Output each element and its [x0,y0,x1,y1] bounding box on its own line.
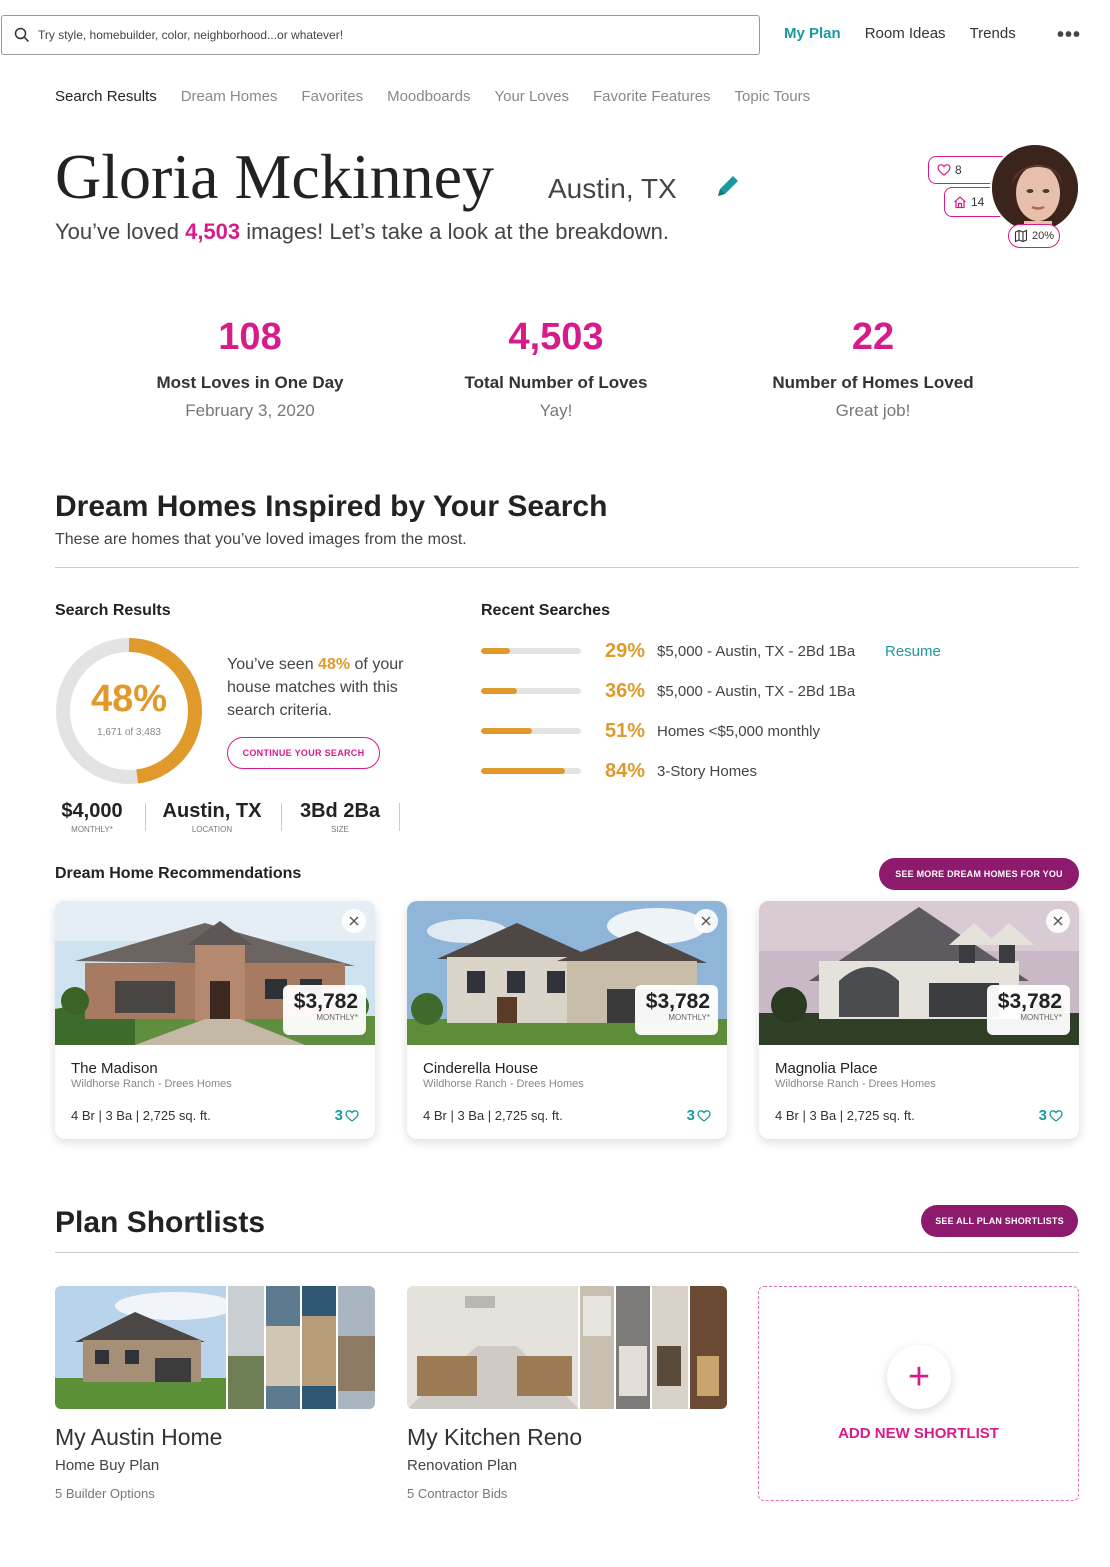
dismiss-button[interactable] [694,909,718,933]
shortlist-thumbnail-stack[interactable] [407,1286,727,1409]
search-input[interactable] [38,28,738,42]
tab-favorites[interactable]: Favorites [301,88,363,105]
tab-favorite-features[interactable]: Favorite Features [593,88,711,105]
home-community: Wildhorse Ranch - Drees Homes [423,1078,584,1090]
loved-summary: You’ve loved 4,503 images! Let’s take a … [55,219,669,244]
home-loves[interactable]: 3 [335,1107,359,1124]
home-name: Cinderella House [423,1060,539,1077]
home-specs: 4 Br | 3 Ba | 2,725 sq. ft. [775,1108,915,1123]
home-specs: 4 Br | 3 Ba | 2,725 sq. ft. [71,1108,211,1123]
stat-most-loves: 108 Most Loves in One Day February 3, 20… [156,316,344,420]
recent-search-progress [481,688,581,694]
tab-dream-homes[interactable]: Dream Homes [181,88,278,105]
recent-search-item[interactable]: 36% $5,000 - Austin, TX - 2Bd 1Ba [481,678,855,704]
pencil-icon[interactable] [714,172,742,200]
avatar-portrait [992,145,1078,231]
shortlist-type: Renovation Plan [407,1457,518,1474]
plus-icon[interactable]: + [887,1345,951,1409]
home-specs: 4 Br | 3 Ba | 2,725 sq. ft. [423,1108,563,1123]
more-menu-icon[interactable]: ••• [1057,24,1081,47]
recent-search-item[interactable]: 51% Homes <$5,000 monthly [481,718,820,744]
recent-search-item[interactable]: 84% 3-Story Homes [481,758,757,784]
search-results-heading: Search Results [55,602,171,619]
price-tag: $3,782 MONTHLY* [635,985,718,1035]
add-shortlist-card[interactable]: + ADD NEW SHORTLIST [758,1286,1079,1501]
user-name: Gloria Mckinney [55,141,494,212]
divider [55,1252,1079,1253]
recent-search-progress [481,728,581,734]
home-community: Wildhorse Ranch - Drees Homes [775,1078,936,1090]
nav-trends[interactable]: Trends [970,25,1016,42]
user-location: Austin, TX [548,173,677,204]
home-card[interactable]: $3,782 MONTHLY* Magnolia Place Wildhorse… [759,901,1079,1139]
continue-search-button[interactable]: CONTINUE YOUR SEARCH [227,737,380,769]
plan-progress-badge[interactable]: 20% [1008,224,1060,248]
price-tag: $3,782 MONTHLY* [987,985,1070,1035]
criteria-monthly[interactable]: $4,000 MONTHLY* [55,800,129,834]
criteria-size[interactable]: 3Bd 2Ba SIZE [296,800,384,834]
home-loves[interactable]: 3 [1039,1107,1063,1124]
shortlist-count: 5 Contractor Bids [407,1486,508,1501]
nav-my-plan[interactable]: My Plan [784,25,841,42]
tab-moodboards[interactable]: Moodboards [387,88,470,105]
close-icon [349,916,359,926]
dismiss-button[interactable] [1046,909,1070,933]
shortlist-count: 5 Builder Options [55,1486,155,1501]
seen-summary: You’ve seen 48% of your house matches wi… [227,656,404,719]
top-nav: My Plan Room Ideas Trends [784,25,1016,42]
section-tabs: Search Results Dream Homes Favorites Moo… [55,88,810,105]
price-tag: $3,782 MONTHLY* [283,985,366,1035]
tab-search-results[interactable]: Search Results [55,88,157,105]
shortlist-photos [407,1286,727,1409]
avatar[interactable] [990,143,1080,233]
recent-search-progress [481,648,581,654]
home-icon [954,196,966,209]
tab-topic-tours[interactable]: Topic Tours [735,88,811,105]
stat-homes-loved: 22 Number of Homes Loved Great job! [772,316,974,420]
loved-count: 4,503 [185,219,241,244]
see-all-shortlists-button[interactable]: SEE ALL PLAN SHORTLISTS [921,1205,1078,1237]
close-icon [701,916,711,926]
recent-searches-heading: Recent Searches [481,602,610,619]
add-shortlist-label: ADD NEW SHORTLIST [838,1425,999,1442]
match-count: 1,671 of 3,483 [97,727,161,738]
search-icon [14,27,30,43]
criteria-separator [399,803,400,831]
home-loves[interactable]: 3 [687,1107,711,1124]
home-name: The Madison [71,1060,158,1077]
dream-homes-subtitle: These are homes that you’ve loved images… [55,531,467,548]
nav-room-ideas[interactable]: Room Ideas [865,25,946,42]
home-community: Wildhorse Ranch - Drees Homes [71,1078,232,1090]
recommendations-heading: Dream Home Recommendations [55,865,302,882]
criteria-separator [145,803,146,831]
resume-link[interactable]: Resume [885,643,941,660]
see-more-dream-homes-button[interactable]: SEE MORE DREAM HOMES FOR YOU [879,858,1079,890]
criteria-separator [281,803,282,831]
match-percent: 48% [90,678,168,720]
criteria-location[interactable]: Austin, TX LOCATION [160,800,264,834]
recent-search-item[interactable]: 29% $5,000 - Austin, TX - 2Bd 1Ba [481,638,855,664]
heart-icon [1049,1109,1063,1122]
search-bar[interactable] [1,15,760,55]
shortlist-photos [55,1286,375,1409]
home-card[interactable]: $3,782 MONTHLY* Cinderella House Wildhor… [407,901,727,1139]
home-card[interactable]: $3,782 MONTHLY* The Madison Wildhorse Ra… [55,901,375,1139]
shortlist-type: Home Buy Plan [55,1457,160,1474]
heart-icon [697,1109,711,1122]
close-icon [1053,916,1063,926]
plan-shortlists-title: Plan Shortlists [55,1206,266,1239]
shortlist-thumbnail-stack[interactable] [55,1286,375,1409]
map-icon [1014,229,1028,243]
heart-icon [937,164,951,176]
heart-icon [345,1109,359,1122]
tab-your-loves[interactable]: Your Loves [494,88,569,105]
home-name: Magnolia Place [775,1060,878,1077]
dream-homes-title: Dream Homes Inspired by Your Search [55,490,608,523]
shortlist-title[interactable]: My Kitchen Reno [407,1424,582,1451]
shortlist-title[interactable]: My Austin Home [55,1424,222,1451]
dismiss-button[interactable] [342,909,366,933]
recent-search-progress [481,768,581,774]
divider [55,567,1079,568]
stat-total-loves: 4,503 Total Number of Loves Yay! [464,316,648,420]
